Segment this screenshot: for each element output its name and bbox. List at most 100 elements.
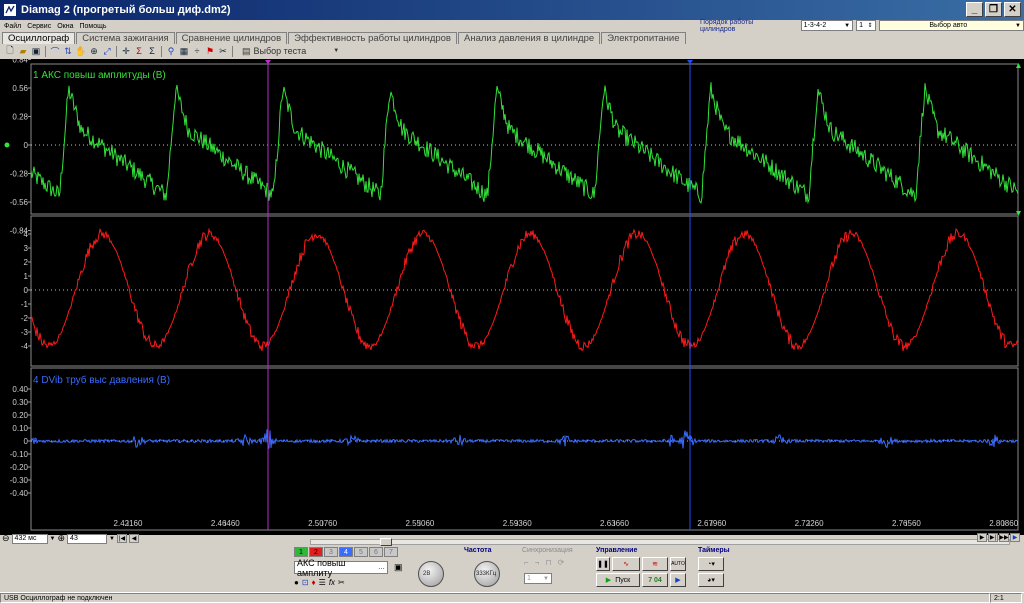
chevron-down-icon[interactable]: ▼	[109, 536, 115, 542]
sync-channel-select[interactable]: 1 ▼	[524, 573, 552, 584]
counter-display: 7 04	[642, 573, 668, 587]
pulse-icon[interactable]: ⊓	[545, 558, 551, 567]
noise-wave-icon[interactable]: ≋	[642, 557, 668, 571]
cursor-icon[interactable]: ✛	[120, 45, 132, 57]
sync-channel-value: 1	[527, 575, 531, 582]
channel-4-button[interactable]: 4	[339, 547, 353, 557]
falling-edge-icon[interactable]: ¬	[535, 558, 540, 567]
ellipsis-icon: …	[378, 564, 385, 571]
hand-icon[interactable]: ✋	[75, 45, 87, 57]
scroll-last-button[interactable]: ▶|	[988, 533, 998, 542]
cylinder-order-bar: Порядок работы цилиндров 1-3-4-2 ▼ 1 ⇕ Выб…	[700, 19, 1024, 33]
tab-cylinder-compare[interactable]: Сравнение цилиндров	[175, 32, 288, 44]
y-tick-label: 0.40	[12, 385, 28, 394]
probe-icon[interactable]: ⌒	[49, 45, 61, 57]
channel-3-frame	[30, 367, 1019, 531]
channel-7-button[interactable]: 7	[384, 547, 398, 557]
timebase-plus-icon[interactable]: ⊕	[58, 533, 66, 544]
new-icon[interactable]: 🗋	[4, 45, 16, 57]
channel-tools: ● ⊡ ♦ ☰ fx ✂	[294, 578, 345, 587]
timebase-value-field[interactable]: 43	[67, 533, 108, 544]
y-tick-label: -0.40	[10, 489, 29, 498]
time-scrollbar-thumb[interactable]	[380, 538, 392, 546]
scroll-first-button[interactable]: |◀	[117, 534, 127, 543]
filter-icon[interactable]: ⊡	[302, 578, 309, 587]
channel-2-button[interactable]: 2	[309, 547, 323, 557]
auto-select[interactable]: Выбор авто ▼	[878, 20, 1024, 31]
tab-power-supply[interactable]: Электропитание	[601, 32, 686, 44]
tab-bar: Осциллограф Система зажигания Сравнение …	[2, 32, 687, 44]
measure-icon[interactable]: ⇅	[62, 45, 74, 57]
toolbar: 🗋 ▰ ▣ ⌒ ⇅ ✋ ⊕ ⤢ ✛ Σ Σ ⚲ ▦ ÷ ⚑ ✂ ▤ Выбор …	[0, 44, 1024, 58]
y-tick-label: 0.20	[12, 411, 28, 420]
offset-icon[interactable]: ♦	[312, 578, 316, 587]
cylinder-order-select[interactable]: 1-3-4-2 ▼	[800, 20, 854, 31]
menu-windows[interactable]: Окна	[57, 23, 73, 30]
scissors-icon[interactable]: ✂	[217, 45, 229, 57]
open-icon[interactable]: ▰	[17, 45, 29, 57]
auto-button[interactable]: AUTO	[670, 557, 686, 571]
sigma-icon[interactable]: Σ	[146, 45, 158, 57]
menu-service[interactable]: Сервис	[27, 23, 51, 30]
pause-button[interactable]: ❚❚	[596, 557, 610, 571]
x-tick-label: 2.72260	[795, 519, 824, 528]
scroll-end-button[interactable]: ▶▶	[999, 533, 1009, 542]
invert-icon[interactable]: ●	[294, 578, 299, 587]
x-tick-label: 2.67960	[697, 519, 726, 528]
y-tick-label: 0.10	[12, 424, 28, 433]
sigma-icon[interactable]: Σ	[133, 45, 145, 57]
channel-5-button[interactable]: 5	[354, 547, 368, 557]
tab-cylinder-efficiency[interactable]: Эффективность работы цилиндров	[288, 32, 457, 44]
tab-pressure-analysis[interactable]: Анализ давления в цилиндре	[457, 32, 601, 44]
cut-icon[interactable]: ✂	[338, 578, 345, 587]
chevron-down-icon: ▼	[543, 575, 549, 582]
sine-wave-icon[interactable]: ∿	[612, 557, 640, 571]
maximize-button[interactable]: ❐	[985, 2, 1002, 17]
step-button[interactable]: ▶	[670, 573, 686, 587]
channel-3-button[interactable]: 3	[324, 547, 338, 557]
x-tick-label: 2.55060	[405, 519, 434, 528]
control-label: Управление	[596, 547, 638, 554]
timebase-span-field[interactable]: 432 мс	[11, 533, 48, 544]
title-bar: Diamag 2 (прогретый больш диф.dm2) _ ❐ ✕	[0, 0, 1024, 20]
formula-icon[interactable]: fx	[329, 578, 335, 587]
timer-1-button[interactable]: ◔▾	[698, 557, 724, 571]
status-connection: USB Осциллограф не подключен	[0, 593, 990, 603]
channel-6-button[interactable]: 6	[369, 547, 383, 557]
menu-file[interactable]: Файл	[4, 23, 21, 30]
close-button[interactable]: ✕	[1004, 2, 1021, 17]
channel-1-button[interactable]: 1	[294, 547, 308, 557]
zoom-icon[interactable]: ⊕	[88, 45, 100, 57]
scroll-prev-button[interactable]: ◀	[129, 534, 139, 543]
chevron-down-icon[interactable]: ▼	[50, 536, 56, 542]
auto-scale-icon[interactable]: ⤢	[101, 45, 113, 57]
range-knob[interactable]	[418, 561, 444, 587]
scroll-next-button[interactable]: ▶	[977, 533, 987, 542]
oscilloscope-plot[interactable]: 0.84 0.56 0.28 0 -0.28 -0.56 -0.84 4 3 2 1 0 -1 -2 -3-…	[0, 56, 1024, 535]
plot-canvas[interactable]: 0.840.560.280-0.28-0.56-0.8443210-1-2-3-…	[0, 56, 1024, 535]
test-select[interactable]: ▤ Выбор теста ▼	[242, 46, 339, 57]
tab-ignition[interactable]: Система зажигания	[76, 32, 175, 44]
right-cursor-handle	[687, 60, 693, 64]
table-icon[interactable]: ▦	[178, 45, 190, 57]
x-tick-label: 2.46460	[211, 519, 240, 528]
menu-help[interactable]: Помощь	[79, 23, 106, 30]
play-button[interactable]: ▶	[1010, 533, 1020, 542]
marker-icon[interactable]: ⚲	[165, 45, 177, 57]
rising-edge-icon[interactable]: ⌐	[524, 558, 529, 567]
save-icon[interactable]: ▣	[394, 562, 403, 573]
save-icon[interactable]: ▣	[30, 45, 42, 57]
auto-sync-icon[interactable]: ⟳	[558, 558, 565, 567]
start-button-label: Пуск	[615, 576, 631, 584]
minimize-button[interactable]: _	[966, 2, 983, 17]
signal-select[interactable]: АКС повыш амплиту…	[294, 558, 388, 578]
time-scrollbar[interactable]	[310, 539, 1010, 545]
list-icon[interactable]: ☰	[319, 578, 326, 587]
cylinder-count-stepper[interactable]: 1 ⇕	[856, 20, 876, 31]
timer-2-button[interactable]: ◕▾	[698, 573, 724, 587]
split-icon[interactable]: ÷	[191, 45, 203, 57]
flag-icon[interactable]: ⚑	[204, 45, 216, 57]
timer-icon: ◕▾	[707, 577, 715, 584]
timebase-minus-icon[interactable]: ⊖	[2, 533, 10, 544]
start-button[interactable]: ▶ Пуск	[596, 573, 640, 587]
